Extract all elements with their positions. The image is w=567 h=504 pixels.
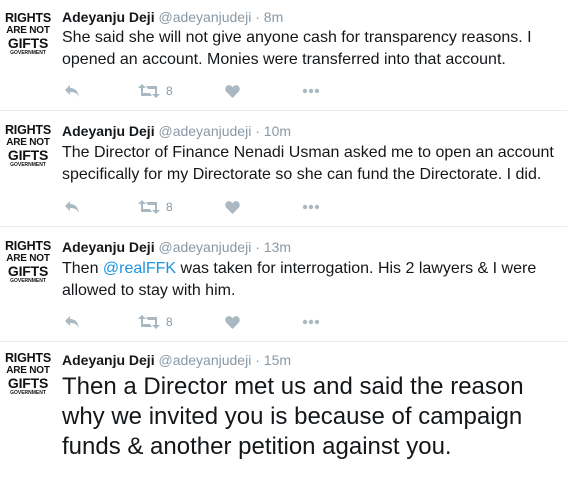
reply-button[interactable] [64, 197, 80, 217]
separator: · [255, 123, 260, 139]
tweet[interactable]: RIGHTS ARE NOT GIFTS GOVERNMENT Adeyanju… [0, 0, 567, 111]
timestamp[interactable]: 13m [264, 239, 291, 255]
user-handle[interactable]: @adeyanjudeji [158, 352, 251, 368]
avatar-text: GIFTS [7, 146, 49, 163]
avatar-text: ARE NOT [6, 364, 50, 376]
avatar-text: GIFTS [7, 34, 49, 51]
avatar-text: RIGHTS [4, 239, 52, 253]
avatar[interactable]: RIGHTS ARE NOT GIFTS GOVERNMENT [5, 12, 51, 58]
avatar[interactable]: RIGHTS ARE NOT GIFTS GOVERNMENT [5, 352, 51, 398]
retweet-button[interactable]: 8 [138, 312, 173, 332]
tweet-text: The Director of Finance Nenadi Usman ask… [62, 142, 557, 186]
tweet-text-part: Then [62, 260, 103, 277]
tweet-text-part: The Director of Finance Nenadi Usman ask… [62, 144, 554, 183]
user-name[interactable]: Adeyanju Deji [62, 239, 155, 255]
reply-icon [65, 201, 79, 213]
user-name[interactable]: Adeyanju Deji [62, 123, 155, 139]
separator: · [255, 9, 260, 25]
avatar-text: GOVERNMENT [10, 161, 46, 168]
avatar-text: RIGHTS [4, 11, 52, 25]
tweet[interactable]: RIGHTS ARE NOT GIFTS GOVERNMENT Adeyanju… [0, 227, 567, 342]
tweet-header: Adeyanju Deji @adeyanjudeji · 15m [62, 352, 291, 368]
tweet-header: Adeyanju Deji @adeyanjudeji · 10m [62, 123, 291, 139]
user-name[interactable]: Adeyanju Deji [62, 9, 155, 25]
more-icon [302, 319, 320, 325]
heart-icon [225, 201, 240, 214]
retweet-count: 8 [166, 200, 173, 214]
tweet-header: Adeyanju Deji @adeyanjudeji · 13m [62, 239, 291, 255]
retweet-button[interactable]: 8 [138, 81, 173, 101]
avatar-text: GOVERNMENT [10, 389, 46, 396]
reply-button[interactable] [64, 81, 80, 101]
avatar-text: GOVERNMENT [10, 49, 46, 56]
avatar-text: ARE NOT [6, 252, 50, 264]
retweet-count: 8 [166, 84, 173, 98]
mention-link[interactable]: @realFFK [103, 260, 176, 277]
retweet-count: 8 [166, 315, 173, 329]
more-button[interactable] [302, 81, 320, 101]
user-name[interactable]: Adeyanju Deji [62, 352, 155, 368]
avatar[interactable]: RIGHTS ARE NOT GIFTS GOVERNMENT [5, 240, 51, 286]
retweet-button[interactable]: 8 [138, 197, 173, 217]
tweet-actions: 8 [62, 81, 342, 101]
more-button[interactable] [302, 197, 320, 217]
avatar-text: ARE NOT [6, 136, 50, 148]
user-handle[interactable]: @adeyanjudeji [158, 123, 251, 139]
retweet-icon [138, 84, 160, 98]
tweet-text: She said she will not give anyone cash f… [62, 27, 557, 71]
more-icon [302, 88, 320, 94]
avatar-text: ARE NOT [6, 24, 50, 36]
tweet-text-part: Then a Director met us and said the reas… [62, 373, 524, 460]
like-button[interactable] [225, 81, 240, 101]
tweet[interactable]: RIGHTS ARE NOT GIFTS GOVERNMENT Adeyanju… [0, 111, 567, 227]
heart-icon [225, 85, 240, 98]
tweet-actions: 8 [62, 312, 342, 332]
avatar-text: GOVERNMENT [10, 277, 46, 284]
retweet-icon [138, 200, 160, 214]
retweet-icon [138, 315, 160, 329]
like-button[interactable] [225, 197, 240, 217]
tweet[interactable]: RIGHTS ARE NOT GIFTS GOVERNMENT Adeyanju… [0, 342, 567, 504]
avatar-text: RIGHTS [4, 351, 52, 365]
tweet-text: Then @realFFK was taken for interrogatio… [62, 258, 557, 302]
timestamp[interactable]: 15m [264, 352, 291, 368]
avatar-text: RIGHTS [4, 123, 52, 137]
separator: · [255, 352, 260, 368]
avatar-text: GIFTS [7, 374, 49, 391]
timestamp[interactable]: 8m [264, 9, 283, 25]
tweet-text: Then a Director met us and said the reas… [62, 372, 542, 462]
tweet-header: Adeyanju Deji @adeyanjudeji · 8m [62, 9, 283, 25]
reply-icon [65, 316, 79, 328]
tweet-actions: 8 [62, 197, 342, 217]
heart-icon [225, 316, 240, 329]
avatar-text: GIFTS [7, 262, 49, 279]
separator: · [255, 239, 260, 255]
reply-button[interactable] [64, 312, 80, 332]
tweet-text-part: She said she will not give anyone cash f… [62, 29, 532, 68]
like-button[interactable] [225, 312, 240, 332]
reply-icon [65, 85, 79, 97]
user-handle[interactable]: @adeyanjudeji [158, 239, 251, 255]
user-handle[interactable]: @adeyanjudeji [158, 9, 251, 25]
timestamp[interactable]: 10m [264, 123, 291, 139]
more-icon [302, 204, 320, 210]
avatar[interactable]: RIGHTS ARE NOT GIFTS GOVERNMENT [5, 124, 51, 170]
more-button[interactable] [302, 312, 320, 332]
